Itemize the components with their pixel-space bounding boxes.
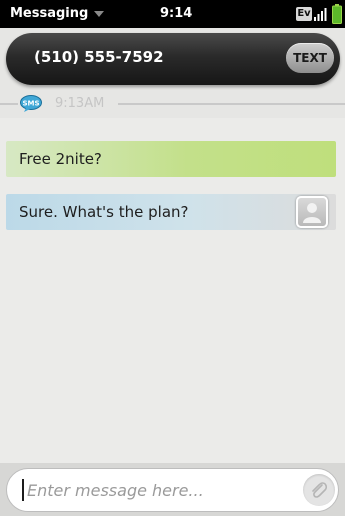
sms-badge-label: SMS [22, 100, 39, 108]
clock: 9:14 [160, 6, 193, 21]
messaging-screen: Messaging 9:14 Ev (510) 555-7592 TEXT SM… [0, 0, 345, 516]
network-indicator: Ev [296, 7, 312, 21]
text-button[interactable]: TEXT [286, 43, 334, 73]
chevron-down-icon [94, 10, 105, 17]
app-menu[interactable]: Messaging [10, 6, 105, 21]
message-field[interactable] [6, 468, 339, 512]
divider-line [0, 103, 18, 105]
outgoing-message[interactable]: Sure. What's the plan? [6, 194, 336, 230]
sms-bubble-icon: SMS [20, 95, 42, 112]
signal-bars-icon [314, 8, 327, 21]
message-timestamp: 9:13AM [55, 96, 105, 111]
conversation-header: (510) 555-7592 TEXT [6, 33, 340, 85]
incoming-message[interactable]: Free 2nite? [6, 141, 336, 177]
divider-line [118, 103, 345, 105]
message-list[interactable]: Free 2nite? Sure. What's the plan? [0, 118, 345, 463]
attach-button[interactable] [303, 474, 335, 506]
app-name: Messaging [10, 6, 89, 21]
paperclip-icon [312, 482, 328, 498]
compose-bar [0, 463, 345, 516]
text-cursor [22, 479, 24, 501]
contact-number[interactable]: (510) 555-7592 [34, 48, 164, 66]
message-input[interactable] [27, 477, 282, 503]
status-bar: Messaging 9:14 Ev [0, 0, 345, 28]
battery-icon [332, 4, 342, 24]
timestamp-divider: SMS 9:13AM [0, 94, 345, 114]
contact-avatar[interactable] [296, 196, 328, 228]
person-icon [303, 203, 321, 223]
